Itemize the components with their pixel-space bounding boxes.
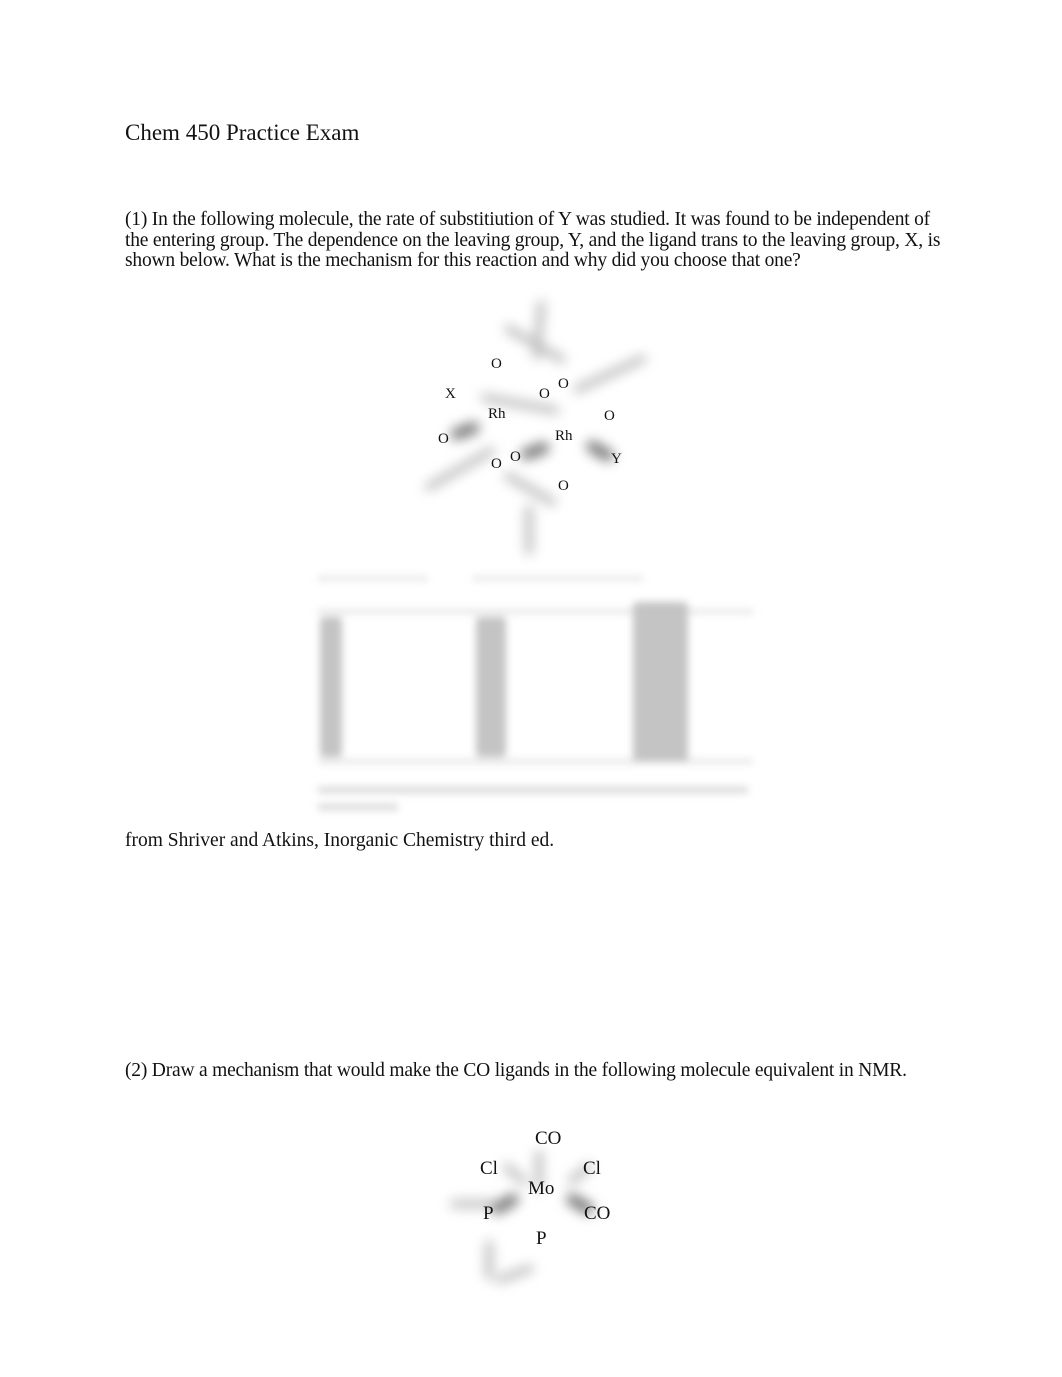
rhodium-label: Rh <box>488 406 506 422</box>
oxygen-label: O <box>491 456 502 472</box>
molybdenum-complex-structure: CO Cl Cl Mo P CO P <box>430 1110 650 1300</box>
carbonyl-label: CO <box>584 1203 611 1224</box>
carbonyl-label: CO <box>535 1128 562 1149</box>
phosphorus-label: P <box>536 1228 547 1249</box>
molecule-bonds <box>400 290 670 560</box>
oxygen-label: O <box>539 386 550 402</box>
rate-data-table-image <box>318 572 753 822</box>
phosphorus-label: P <box>483 1203 494 1224</box>
oxygen-label: O <box>510 449 521 465</box>
molybdenum-label: Mo <box>528 1178 555 1199</box>
chloride-label: Cl <box>583 1158 601 1179</box>
source-citation: from Shriver and Atkins, Inorganic Chemi… <box>125 830 555 851</box>
y-ligand-label: Y <box>611 451 622 467</box>
rhodium-dimer-structure: O X O O Rh O O Rh O O Y O <box>400 290 670 560</box>
oxygen-label: O <box>491 356 502 372</box>
rhodium-label: Rh <box>555 428 573 444</box>
question-2-text: (2) Draw a mechanism that would make the… <box>125 1060 907 1081</box>
x-ligand-label: X <box>445 386 456 402</box>
chloride-label: Cl <box>480 1158 498 1179</box>
oxygen-label: O <box>438 431 449 447</box>
page-title: Chem 450 Practice Exam <box>125 120 360 145</box>
oxygen-label: O <box>558 478 569 494</box>
question-1-text: (1) In the following molecule, the rate … <box>125 209 941 271</box>
oxygen-label: O <box>558 376 569 392</box>
oxygen-label: O <box>604 408 615 424</box>
